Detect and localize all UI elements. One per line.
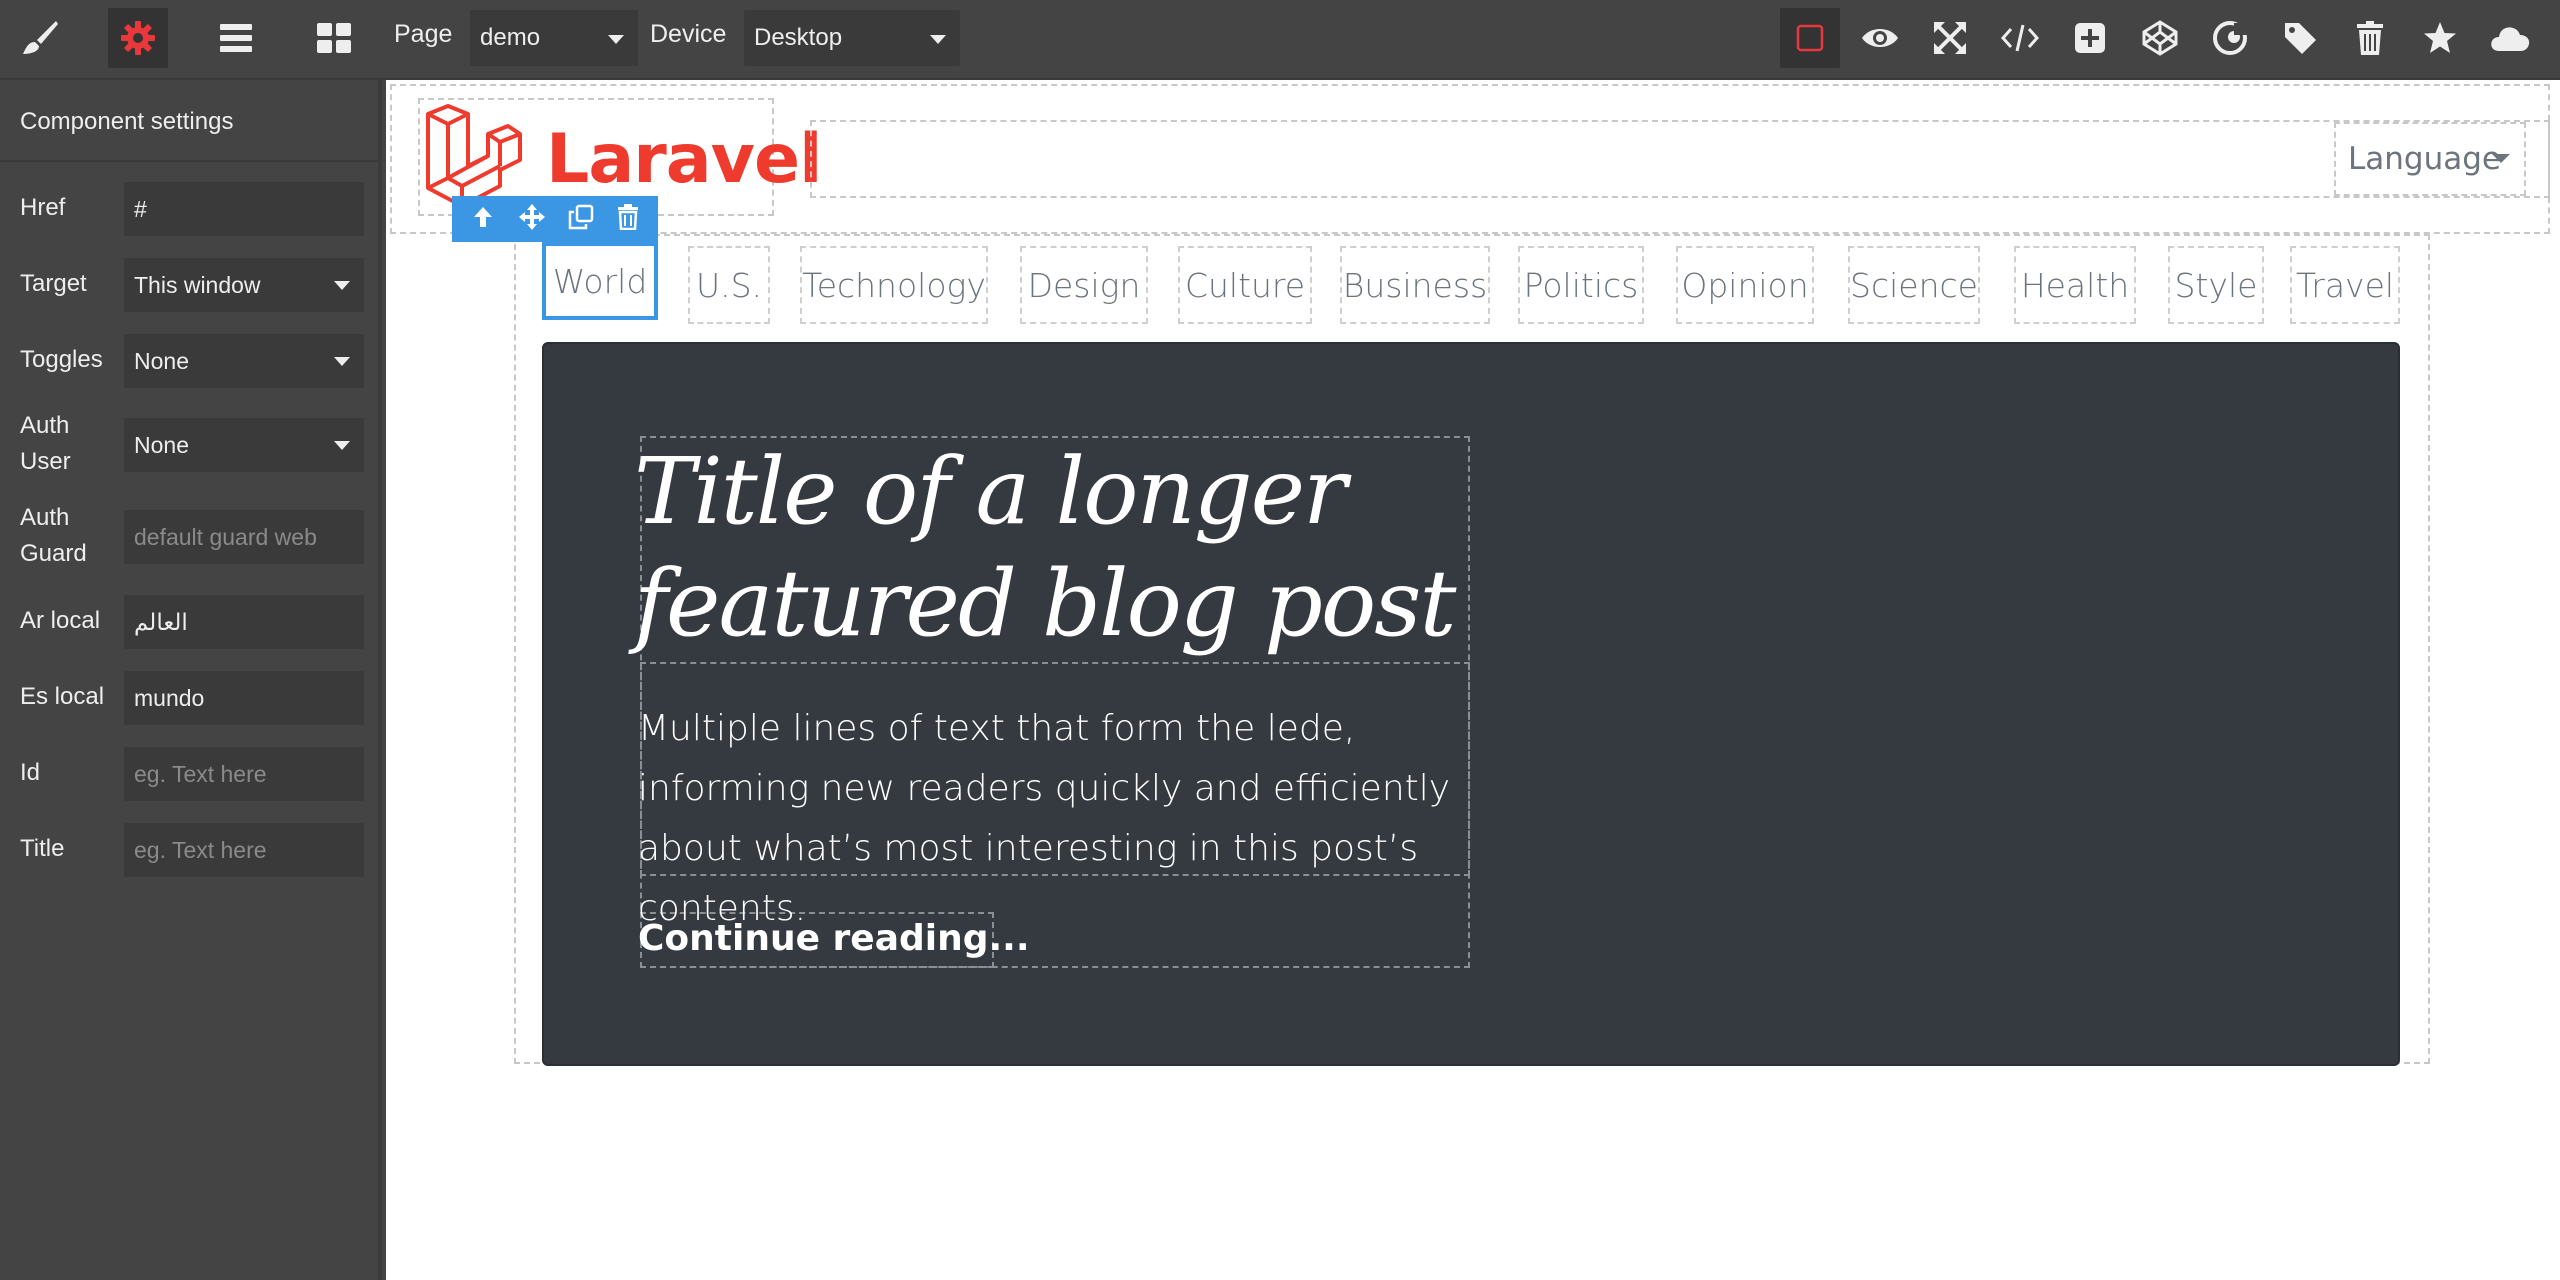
blocks-icon[interactable] <box>304 8 364 68</box>
ar-local-label: Ar local <box>20 607 101 634</box>
logo-text: Laravel <box>546 120 822 199</box>
auth-user-label: Auth User <box>20 412 71 475</box>
chevron-down-icon <box>334 441 350 450</box>
nav-link-style[interactable]: Style <box>2168 246 2264 324</box>
eye-icon[interactable] <box>1850 8 1910 68</box>
auth-guard-label: Auth Guard <box>20 504 87 567</box>
settings-panel: Component settings Href # Target This wi… <box>0 80 382 1280</box>
chevron-down-icon <box>930 35 946 44</box>
nav-link-travel[interactable]: Travel <box>2290 246 2400 324</box>
toggles-select-value: None <box>134 348 189 374</box>
featured-post-title: Title of a longer featured blog post <box>634 438 1456 657</box>
nav-link-business[interactable]: Business <box>1340 246 1490 324</box>
nav-link-science[interactable]: Science <box>1848 246 1980 324</box>
id-label: Id <box>20 759 41 786</box>
device-label: Device <box>650 20 727 48</box>
arrow-up-icon[interactable] <box>471 204 495 235</box>
title-label: Title <box>20 835 65 862</box>
id-input[interactable]: eg. Text here <box>124 747 364 801</box>
auth-user-select-value: None <box>134 432 189 458</box>
outline-icon[interactable] <box>1780 8 1840 68</box>
panel-title: Component settings <box>20 108 234 135</box>
href-label: Href <box>20 194 66 221</box>
featured-post-lede: Multiple lines of text that form the led… <box>638 708 1451 929</box>
continue-reading-link[interactable]: Continue reading... <box>638 914 1030 964</box>
chevron-down-icon <box>2492 154 2510 163</box>
es-local-label: Es local <box>20 683 105 710</box>
grapes-icon[interactable] <box>2200 8 2260 68</box>
es-local-input[interactable]: mundo <box>124 671 364 725</box>
device-select[interactable]: Desktop <box>744 10 960 66</box>
trash-icon[interactable] <box>2340 8 2400 68</box>
page-label: Page <box>394 20 453 48</box>
target-select-value: This window <box>134 272 261 298</box>
star-icon[interactable] <box>2410 8 2470 68</box>
panel-divider <box>0 160 378 162</box>
target-select[interactable]: This window <box>124 258 364 312</box>
page-select[interactable]: demo <box>470 10 638 66</box>
title-input[interactable]: eg. Text here <box>124 823 364 877</box>
codepen-icon[interactable] <box>2130 8 2190 68</box>
href-input[interactable]: # <box>124 182 364 236</box>
target-label: Target <box>20 270 87 297</box>
component-toolbar <box>452 196 658 242</box>
layers-icon[interactable] <box>206 8 266 68</box>
delete-icon[interactable] <box>617 203 639 235</box>
nav-link-design[interactable]: Design <box>1020 246 1148 324</box>
chevron-down-icon <box>608 35 624 44</box>
cloud-icon[interactable] <box>2480 8 2540 68</box>
auth-guard-input[interactable]: default guard web <box>124 510 364 564</box>
brush-icon[interactable] <box>10 8 70 68</box>
toggles-select[interactable]: None <box>124 334 364 388</box>
laravel-logo-icon <box>426 104 522 208</box>
chevron-down-icon <box>334 357 350 366</box>
ar-local-input[interactable]: العالم <box>124 595 364 649</box>
gear-icon[interactable] <box>108 8 168 68</box>
header-right-area <box>810 120 2550 198</box>
nav-link-culture[interactable]: Culture <box>1178 246 1312 324</box>
language-dropdown[interactable]: Language <box>2334 122 2526 196</box>
tag-icon[interactable] <box>2270 8 2330 68</box>
language-label: Language <box>2348 141 2501 177</box>
editor-toolbar: Page demo Device Desktop <box>0 0 2560 80</box>
nav-link-politics[interactable]: Politics <box>1518 246 1644 324</box>
nav-link-opinion[interactable]: Opinion <box>1676 246 1814 324</box>
nav-link-technology[interactable]: Technology <box>800 246 988 324</box>
chevron-down-icon <box>334 281 350 290</box>
toggles-label: Toggles <box>20 346 103 373</box>
add-icon[interactable] <box>2060 8 2120 68</box>
page-select-value: demo <box>480 24 541 51</box>
fullscreen-icon[interactable] <box>1920 8 1980 68</box>
move-icon[interactable] <box>518 203 546 236</box>
auth-user-select[interactable]: None <box>124 418 364 472</box>
nav-link-world[interactable]: World <box>542 242 658 320</box>
nav-link-us[interactable]: U.S. <box>688 246 770 324</box>
nav-link-health[interactable]: Health <box>2014 246 2136 324</box>
clone-icon[interactable] <box>568 204 594 235</box>
device-select-value: Desktop <box>754 24 843 51</box>
code-icon[interactable] <box>1990 8 2050 68</box>
